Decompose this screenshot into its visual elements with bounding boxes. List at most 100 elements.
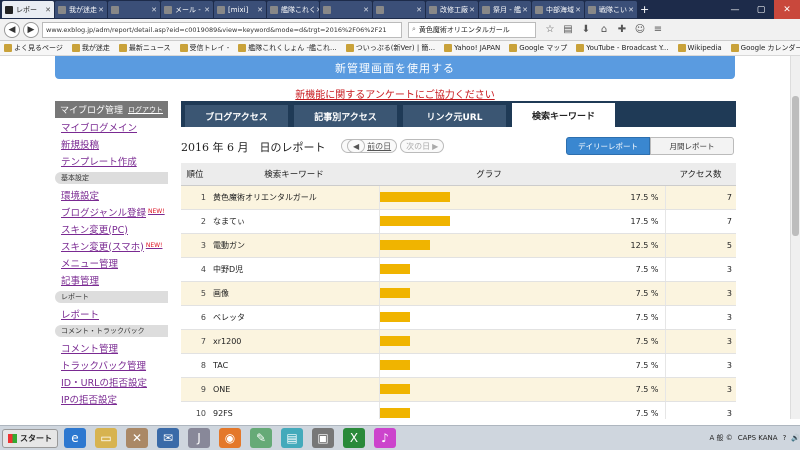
- camera-icon[interactable]: ▣: [312, 428, 334, 448]
- tray-ime[interactable]: A 般 ©: [709, 433, 732, 443]
- row-keyword[interactable]: 電動ガン: [209, 233, 380, 258]
- bookmark-item[interactable]: 最新ニュース: [118, 43, 171, 53]
- maximize-icon[interactable]: ▢: [748, 0, 774, 19]
- tab-close-icon[interactable]: ✕: [363, 6, 369, 14]
- bookmark-item[interactable]: Google カレンダー: [730, 43, 800, 53]
- scrollbar-thumb[interactable]: [792, 96, 799, 236]
- bookmark-item[interactable]: 受信トレイ -: [179, 43, 229, 53]
- browser-tab[interactable]: メール - ✕: [161, 1, 213, 18]
- thunderbird-icon[interactable]: ✉: [157, 428, 179, 448]
- sidebar-link[interactable]: マイブログメイン: [55, 118, 168, 135]
- sidebar-link[interactable]: IPの拒否設定: [55, 390, 168, 407]
- sidebar-link[interactable]: メニュー管理: [55, 254, 168, 271]
- row-keyword[interactable]: なまてぃ: [209, 209, 380, 234]
- chat-icon[interactable]: ☺: [632, 22, 648, 38]
- page-scrollbar[interactable]: [790, 56, 800, 419]
- folder-icon[interactable]: ▭: [95, 428, 117, 448]
- browser-tab[interactable]: 艦隊これく ✕: [267, 1, 319, 18]
- row-keyword[interactable]: 黄色魔術オリエンタルガール: [209, 185, 380, 210]
- tools-icon[interactable]: ✎: [250, 428, 272, 448]
- tab-close-icon[interactable]: ✕: [316, 6, 319, 14]
- start-button[interactable]: スタート: [2, 428, 58, 448]
- row-keyword[interactable]: xr1200: [209, 329, 380, 354]
- sidebar-link[interactable]: 記事管理: [55, 271, 168, 288]
- new-admin-banner[interactable]: 新管理画面を使用する: [55, 56, 735, 79]
- report-tab[interactable]: ブログアクセス: [185, 105, 288, 127]
- browser-tab[interactable]: 祭月 - 艦 ✕: [479, 1, 531, 18]
- browser-tab[interactable]: 中部海域 ✕: [532, 1, 584, 18]
- new-tab-button[interactable]: +: [640, 3, 649, 16]
- prev-day-button[interactable]: ◀ 前の日: [341, 139, 398, 153]
- browser-tab[interactable]: 改修工廠 ✕: [426, 1, 478, 18]
- app-icon[interactable]: ✕: [126, 428, 148, 448]
- sidebar-link[interactable]: スキン変更(スマホ) NEW!: [55, 237, 168, 254]
- survey-link[interactable]: 新機能に関するアンケートにご協力ください: [295, 90, 494, 101]
- sidebar-link[interactable]: 新規投稿: [55, 135, 168, 152]
- close-icon[interactable]: ✕: [774, 0, 800, 19]
- browser-tab[interactable]: ✕: [373, 1, 425, 18]
- bookmark-item[interactable]: Yahoo! JAPAN: [444, 44, 500, 52]
- row-keyword[interactable]: 画像: [209, 281, 380, 306]
- bookmark-item[interactable]: 我が迷走: [71, 43, 110, 53]
- bookmark-item[interactable]: YouTube - Broadcast Y...: [576, 44, 669, 52]
- addon-icon[interactable]: ✚: [614, 22, 630, 38]
- tab-close-icon[interactable]: ✕: [469, 6, 475, 14]
- notebook-icon[interactable]: ▤: [281, 428, 303, 448]
- sidebar-link[interactable]: ID・URLの拒否設定: [55, 373, 168, 390]
- next-day-button[interactable]: 次の日 ▶: [400, 139, 445, 153]
- bookmark-item[interactable]: ついっぷる(新Ver) | 簡...: [345, 43, 435, 53]
- reading-list-icon[interactable]: ▤: [560, 22, 576, 38]
- sidebar-link[interactable]: コメント管理: [55, 339, 168, 356]
- browser-tab[interactable]: [mixi] ✕: [214, 1, 266, 18]
- sidebar-link[interactable]: レポート: [55, 305, 168, 322]
- daily-report-button[interactable]: デイリーレポート: [566, 137, 650, 155]
- row-keyword[interactable]: 中野D児: [209, 257, 380, 282]
- tab-close-icon[interactable]: ✕: [628, 6, 634, 14]
- logout-link[interactable]: ログアウト: [128, 105, 163, 115]
- browser-tab[interactable]: ✕: [320, 1, 372, 18]
- bookmark-item[interactable]: よく見るページ: [4, 43, 63, 53]
- forward-icon[interactable]: ▶: [23, 21, 39, 38]
- browser-tab[interactable]: ✕: [108, 1, 160, 18]
- help-icon[interactable]: ?: [783, 434, 787, 442]
- row-keyword[interactable]: TAC: [209, 353, 380, 378]
- report-tab[interactable]: 記事別アクセス: [294, 105, 397, 127]
- browser-tab[interactable]: 我が迷走 ✕: [55, 1, 107, 18]
- bookmark-item[interactable]: Google マップ: [509, 43, 567, 53]
- tab-close-icon[interactable]: ✕: [151, 6, 157, 14]
- sidebar-link[interactable]: 環境設定: [55, 186, 168, 203]
- bookmark-item[interactable]: Wikipedia: [677, 44, 722, 52]
- address-bar[interactable]: www.exblog.jp/adm/report/detail.asp?eid=…: [42, 21, 402, 38]
- excel-icon[interactable]: X: [343, 428, 365, 448]
- bookmark-star-icon[interactable]: ☆: [542, 22, 558, 38]
- report-tab[interactable]: リンク元URL: [403, 105, 506, 127]
- sidebar-link[interactable]: テンプレート作成: [55, 152, 168, 169]
- tab-close-icon[interactable]: ✕: [98, 6, 104, 14]
- report-tab[interactable]: 検索キーワード: [512, 103, 615, 127]
- itunes-icon[interactable]: ♪: [374, 428, 396, 448]
- browser-tab[interactable]: 戦隊こい ✕: [585, 1, 637, 18]
- row-keyword[interactable]: ONE: [209, 377, 380, 402]
- tab-close-icon[interactable]: ✕: [522, 6, 528, 14]
- tab-close-icon[interactable]: ✕: [257, 6, 263, 14]
- sidebar-link[interactable]: トラックバック管理: [55, 356, 168, 373]
- download-icon[interactable]: ⬇: [578, 22, 594, 38]
- row-keyword[interactable]: ベレッタ: [209, 305, 380, 330]
- sidebar-link[interactable]: スキン変更(PC): [55, 220, 168, 237]
- tab-close-icon[interactable]: ✕: [204, 6, 210, 14]
- tab-close-icon[interactable]: ✕: [45, 6, 51, 14]
- search-input[interactable]: ⌕ 黄色魔術オリエンタルガール: [408, 21, 536, 38]
- monthly-report-button[interactable]: 月間レポート: [650, 137, 734, 155]
- row-keyword[interactable]: 92FS: [209, 401, 380, 419]
- ie-icon[interactable]: e: [64, 428, 86, 448]
- minimize-icon[interactable]: —: [722, 0, 748, 19]
- browser-tab[interactable]: レポー ✕: [2, 1, 54, 18]
- journal-icon[interactable]: J: [188, 428, 210, 448]
- firefox-icon[interactable]: ◉: [219, 428, 241, 448]
- bookmark-item[interactable]: 艦隊これくしょん -艦これ...: [238, 43, 337, 53]
- tab-close-icon[interactable]: ✕: [575, 6, 581, 14]
- menu-icon[interactable]: ≡: [650, 22, 666, 38]
- home-icon[interactable]: ⌂: [596, 22, 612, 38]
- sidebar-link[interactable]: ブログジャンル登録 NEW!: [55, 203, 168, 220]
- back-icon[interactable]: ◀: [4, 21, 20, 38]
